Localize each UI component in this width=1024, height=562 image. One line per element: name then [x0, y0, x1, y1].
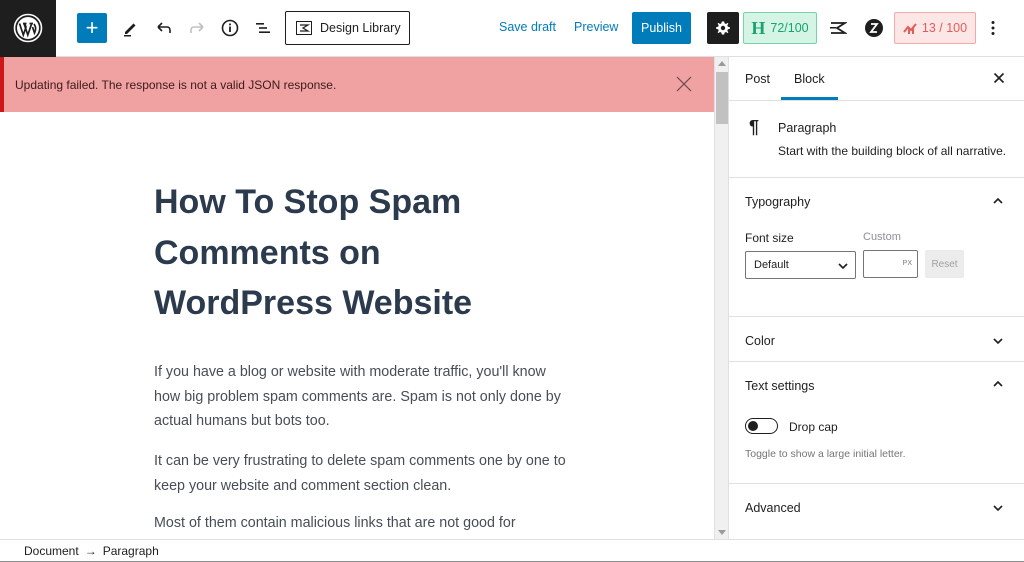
breadcrumb-paragraph[interactable]: Paragraph: [103, 544, 159, 558]
settings-button[interactable]: [707, 12, 739, 44]
seo-score-value: 13 / 100: [921, 21, 968, 35]
close-icon[interactable]: [674, 74, 694, 94]
scroll-up-arrow-icon[interactable]: [718, 61, 726, 66]
seo-score-button[interactable]: 13 / 100: [894, 12, 976, 44]
post-title[interactable]: How To Stop Spam Comments on WordPress W…: [154, 177, 554, 329]
redo-icon: [190, 22, 204, 33]
save-draft-button[interactable]: Save draft: [499, 20, 556, 34]
undo-icon: [157, 22, 171, 33]
undo-button[interactable]: [148, 12, 180, 44]
publish-button[interactable]: Publish: [632, 12, 691, 44]
advanced-panel-toggle[interactable]: Advanced: [745, 501, 801, 515]
drop-cap-toggle[interactable]: [745, 418, 778, 434]
paragraph-block[interactable]: Most of them contain malicious links tha…: [154, 511, 574, 536]
block-breadcrumb: Document → Paragraph: [0, 539, 1024, 562]
typography-panel-toggle[interactable]: Typography: [745, 195, 810, 209]
stackable-toolbar-button[interactable]: [822, 12, 854, 44]
sidebar-tabs: Post Block: [729, 57, 1024, 101]
chevron-down-icon: [838, 263, 848, 270]
custom-font-size-input[interactable]: PX: [863, 250, 918, 278]
active-tab-indicator: [781, 97, 838, 100]
typography-panel: Typography Font size Custom Default PX R…: [729, 178, 1024, 317]
toggle-knob: [748, 421, 758, 431]
headline-score-button[interactable]: H 72/100: [743, 12, 817, 44]
advanced-panel: Advanced: [729, 484, 1024, 540]
error-notice: Updating failed. The response is not a v…: [0, 57, 714, 112]
details-button[interactable]: [214, 12, 246, 44]
tools-button[interactable]: [114, 12, 146, 44]
preview-button[interactable]: Preview: [574, 20, 618, 34]
settings-sidebar: Post Block ¶ Paragraph Start with the bu…: [728, 57, 1024, 540]
options-menu-button[interactable]: [980, 12, 1006, 44]
chevron-down-icon[interactable]: [992, 502, 1004, 514]
color-panel: Color: [729, 317, 1024, 362]
seo-chart-icon: [903, 23, 917, 34]
design-library-button[interactable]: Design Library: [285, 11, 410, 45]
custom-size-label: Custom: [863, 231, 901, 243]
design-library-label: Design Library: [320, 21, 401, 35]
more-vertical-icon: [991, 21, 995, 35]
info-icon: [221, 19, 239, 37]
add-block-button[interactable]: +: [77, 13, 107, 43]
breadcrumb-document[interactable]: Document: [24, 544, 79, 558]
list-view-icon: [256, 23, 270, 33]
drop-cap-label: Drop cap: [789, 420, 838, 434]
stackable-icon: [296, 21, 312, 35]
list-view-button[interactable]: [247, 12, 279, 44]
plugin-logo-icon: [865, 19, 883, 37]
text-settings-panel: Text settings Drop cap Toggle to show a …: [729, 362, 1024, 484]
gear-icon: [716, 21, 730, 35]
breadcrumb-separator: →: [84, 544, 97, 558]
editor-canvas: Updating failed. The response is not a v…: [0, 57, 714, 539]
wordpress-logo-icon: [13, 13, 43, 43]
font-size-select[interactable]: Default: [745, 251, 856, 279]
redo-button[interactable]: [181, 12, 213, 44]
headline-score-value: 72/100: [770, 21, 809, 35]
stackable-logo-icon: [830, 22, 847, 34]
font-size-label: Font size: [745, 231, 794, 245]
pencil-icon: [124, 23, 136, 37]
block-name: Paragraph: [778, 121, 837, 135]
editor-header: + Design Library Save draft Preview Publ…: [0, 0, 1024, 57]
error-notice-message: Updating failed. The response is not a v…: [15, 77, 337, 92]
drop-cap-help-text: Toggle to show a large initial letter.: [745, 448, 906, 460]
color-panel-toggle[interactable]: Color: [745, 334, 775, 348]
headline-h-icon: H: [751, 17, 766, 38]
reset-button[interactable]: Reset: [925, 250, 964, 278]
scroll-down-arrow-icon[interactable]: [718, 530, 726, 535]
editor-scrollbar[interactable]: [714, 57, 728, 539]
wordpress-logo-button[interactable]: [0, 0, 56, 57]
font-size-select-value: Default: [754, 259, 789, 271]
chevron-down-icon[interactable]: [992, 335, 1004, 347]
plugin-button[interactable]: [858, 12, 890, 44]
close-sidebar-icon[interactable]: [991, 70, 1007, 86]
paragraph-block[interactable]: It can be very frustrating to delete spa…: [154, 449, 574, 498]
unit-label: PX: [902, 260, 912, 267]
block-description: Start with the building block of all nar…: [778, 144, 1007, 158]
block-card: ¶ Paragraph Start with the building bloc…: [729, 101, 1024, 178]
tab-post[interactable]: Post: [745, 72, 770, 86]
chevron-up-icon[interactable]: [992, 195, 1004, 207]
tab-block[interactable]: Block: [794, 72, 825, 86]
chevron-up-icon[interactable]: [992, 378, 1004, 390]
scrollbar-thumb[interactable]: [716, 72, 728, 124]
paragraph-icon: ¶: [749, 117, 760, 137]
paragraph-block[interactable]: If you have a blog or website with moder…: [154, 360, 574, 434]
text-settings-panel-toggle[interactable]: Text settings: [745, 379, 814, 393]
